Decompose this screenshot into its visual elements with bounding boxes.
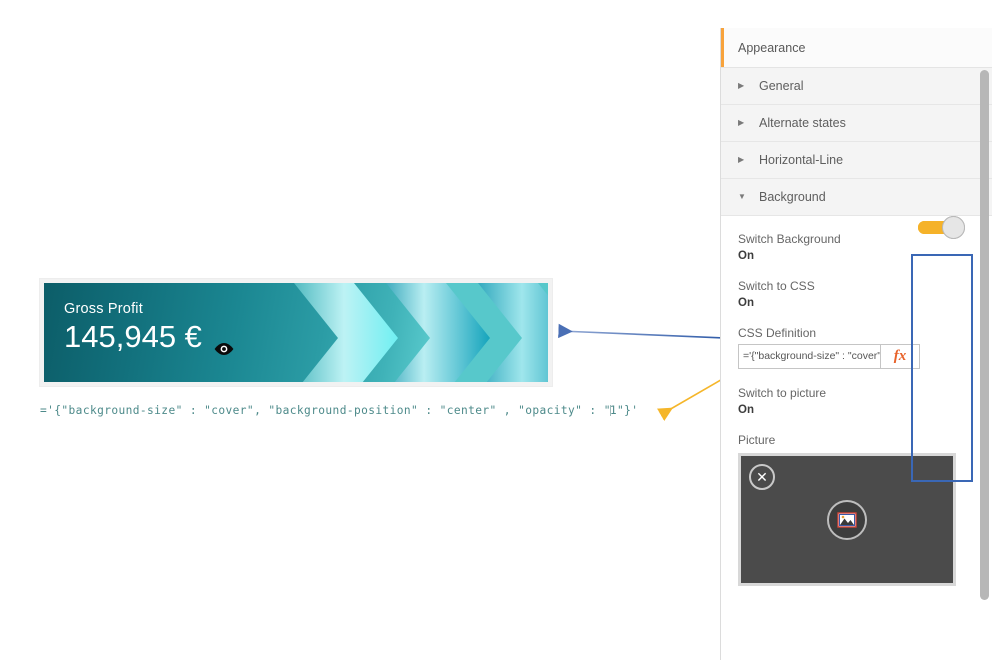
blue-arrow [558,323,720,339]
chevron-right-icon: ▶ [738,81,745,90]
image-icon[interactable] [827,499,867,540]
css-definition-row: ='{"background-size" : "cover" fx [738,344,920,369]
chevron-shape-3 [462,283,548,382]
code-prefix: ='{"background-size" : "cover", "backgro… [40,404,611,417]
prop-switch-to-css: Switch to CSS On [738,216,975,309]
canvas-area: Gross Profit 145,945 € ='{"background-si… [0,0,720,660]
accordion-row-background[interactable]: ▼ Background [721,179,992,216]
code-suffix: "}' [616,404,639,417]
accordion-label-background: Background [759,190,826,204]
eye-icon[interactable] [213,329,235,355]
kpi-card[interactable]: Gross Profit 145,945 € [40,279,552,386]
background-section-body: Switch Background On Switch to CSS On CS… [721,216,992,596]
kpi-card-background: Gross Profit 145,945 € [44,283,548,382]
chevron-right-icon: ▶ [738,118,745,127]
switch-to-picture-toggle[interactable] [918,216,965,239]
kpi-text-block: Gross Profit 145,945 € [64,301,235,355]
css-code-annotation: ='{"background-size" : "cover", "backgro… [40,404,638,417]
switch-background-state: On [738,250,754,262]
accordion-row-alternate-states[interactable]: ▶ Alternate states [721,105,992,142]
panel-scrollbar[interactable] [980,70,989,600]
switch-to-css-label: Switch to CSS [738,279,815,293]
accordion-label-general: General [759,79,804,93]
prop-css-definition: CSS Definition ='{"background-size" : "c… [738,326,975,369]
kpi-title: Gross Profit [64,301,143,317]
picture-label: Picture [738,433,776,447]
kpi-value: 145,945 € [64,319,202,354]
switch-to-css-state: On [738,297,754,309]
picture-thumbnail[interactable]: ✕ [738,453,956,586]
prop-switch-to-picture: Switch to picture On [738,216,975,416]
properties-panel: Appearance ▶ General ▶ Alternate states … [720,28,992,660]
app-root: Gross Profit 145,945 € ='{"background-si… [0,0,992,660]
prop-picture: Picture ✕ [738,433,975,586]
css-definition-label: CSS Definition [738,326,817,340]
accordion-row-horizontal-line[interactable]: ▶ Horizontal-Line [721,142,992,179]
toggle-knob [942,216,965,239]
code-opacity-value: 1 [609,404,617,417]
accordion-label-alternate-states: Alternate states [759,116,846,130]
orange-arrow [657,379,720,422]
panel-title: Appearance [738,40,806,55]
switch-to-picture-state: On [738,404,754,416]
kpi-value-row: 145,945 € [64,319,235,355]
css-definition-input[interactable]: ='{"background-size" : "cover" [738,344,880,369]
close-icon[interactable]: ✕ [749,464,775,490]
panel-header: Appearance [721,28,992,68]
accordion-label-horizontal-line: Horizontal-Line [759,153,844,167]
accordion-row-general[interactable]: ▶ General [721,68,992,105]
expression-fx-button[interactable]: fx [880,344,920,369]
chevron-right-icon: ▶ [738,155,745,164]
chevron-down-icon: ▼ [738,192,746,201]
switch-to-picture-label: Switch to picture [738,386,827,400]
